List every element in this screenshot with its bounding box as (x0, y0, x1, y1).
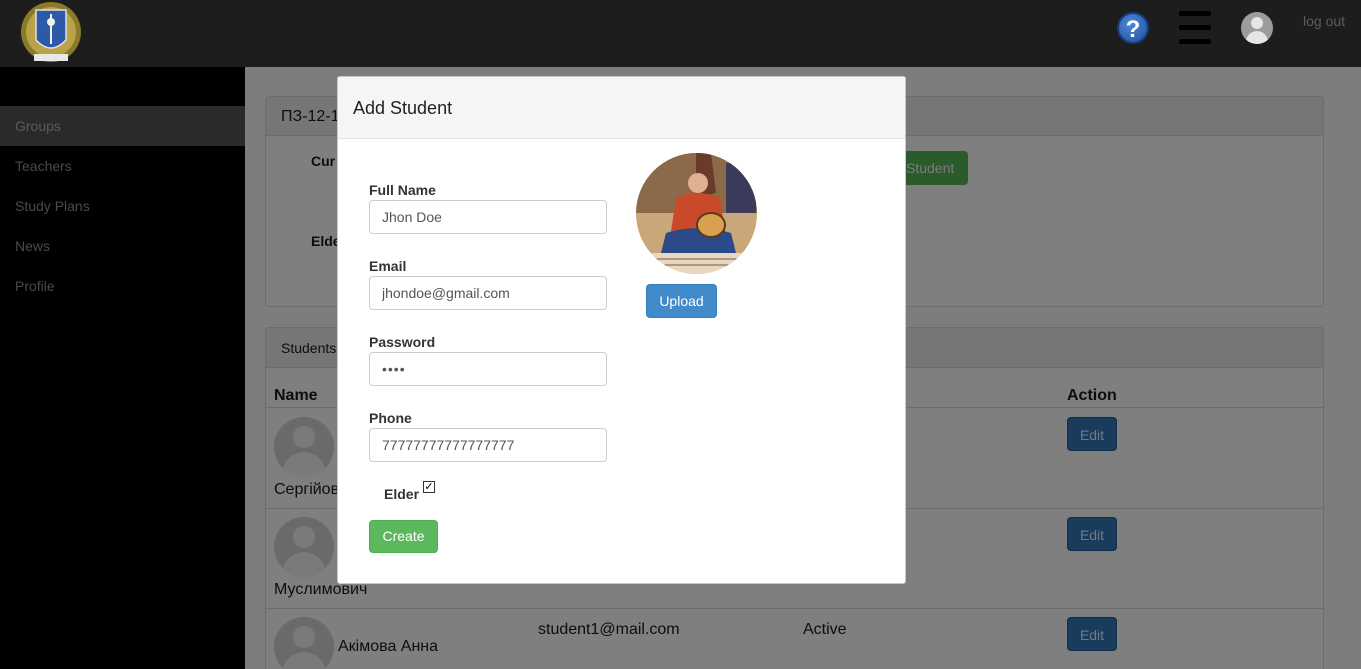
logout-link[interactable]: log out (1303, 13, 1345, 29)
password-label: Password (369, 334, 436, 350)
edit-button[interactable]: Edit (1067, 417, 1117, 451)
menu-icon[interactable] (1179, 11, 1211, 44)
student-avatar (274, 417, 334, 477)
full-name-input[interactable] (369, 200, 607, 234)
student-name: Сергійов (274, 481, 340, 498)
edit-button[interactable]: Edit (1067, 617, 1117, 651)
elder-label: Elder (384, 486, 420, 502)
phone-input[interactable] (369, 428, 607, 462)
add-student-modal: Add Student Full Name Email Password Pho… (337, 76, 906, 584)
student-email: student1@mail.com (538, 621, 680, 638)
sidebar-item-study-plans[interactable]: Study Plans (0, 186, 245, 226)
create-button[interactable]: Create (369, 520, 438, 553)
sidebar-item-groups[interactable]: Groups (0, 106, 245, 146)
full-name-label: Full Name (369, 182, 436, 198)
user-avatar-icon[interactable] (1241, 12, 1273, 44)
email-input[interactable] (369, 276, 607, 310)
upload-button[interactable]: Upload (646, 284, 717, 318)
curator-label: Cur (311, 153, 336, 169)
elder-checkbox[interactable]: ✓ (423, 481, 435, 493)
student-avatar (274, 617, 334, 669)
edit-button[interactable]: Edit (1067, 517, 1117, 551)
student-name: Акімова Анна (338, 638, 439, 655)
email-label: Email (369, 258, 407, 274)
student-status: Active (803, 621, 847, 638)
university-logo-icon[interactable] (14, 0, 88, 66)
phone-label: Phone (369, 410, 412, 426)
sidebar-item-news[interactable]: News (0, 226, 245, 266)
help-icon[interactable]: ? (1117, 12, 1149, 44)
top-navbar: ? log out (0, 0, 1361, 67)
modal-title: Add Student (338, 77, 905, 139)
password-input[interactable] (369, 352, 607, 386)
column-header-action: Action (1067, 387, 1117, 404)
sidebar-item-profile[interactable]: Profile (0, 266, 245, 306)
sidebar: Groups Teachers Study Plans News Profile (0, 67, 245, 669)
column-header-name: Name (274, 387, 318, 404)
table-divider (265, 608, 1324, 609)
student-photo (636, 153, 757, 274)
student-avatar (274, 517, 334, 577)
sidebar-item-teachers[interactable]: Teachers (0, 146, 245, 186)
